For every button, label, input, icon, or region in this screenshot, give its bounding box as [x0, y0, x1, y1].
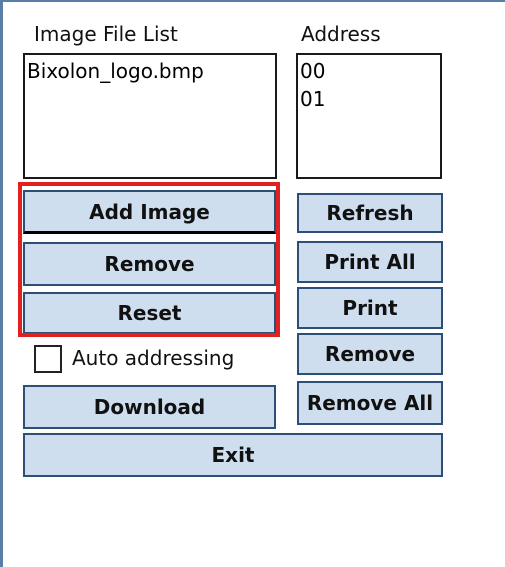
- remove-address-button[interactable]: Remove: [297, 333, 443, 375]
- address-label: Address: [301, 22, 381, 46]
- auto-addressing-label: Auto addressing: [72, 346, 235, 370]
- exit-button[interactable]: Exit: [23, 433, 443, 477]
- window-left-border: [0, 0, 3, 567]
- image-file-item[interactable]: Bixolon_logo.bmp: [27, 57, 273, 85]
- window-top-border: [0, 0, 505, 2]
- print-button[interactable]: Print: [297, 287, 443, 329]
- remove-all-button[interactable]: Remove All: [297, 381, 443, 425]
- print-all-button[interactable]: Print All: [297, 241, 443, 283]
- image-file-listbox[interactable]: Bixolon_logo.bmp: [23, 53, 277, 179]
- address-listbox[interactable]: 00 01: [296, 53, 442, 179]
- address-item[interactable]: 00: [300, 57, 438, 85]
- auto-addressing-checkbox[interactable]: [34, 345, 62, 373]
- image-file-list-label: Image File List: [34, 22, 178, 46]
- download-button[interactable]: Download: [23, 385, 276, 429]
- highlight-box: [18, 182, 280, 337]
- address-item[interactable]: 01: [300, 85, 438, 113]
- refresh-button[interactable]: Refresh: [297, 193, 443, 233]
